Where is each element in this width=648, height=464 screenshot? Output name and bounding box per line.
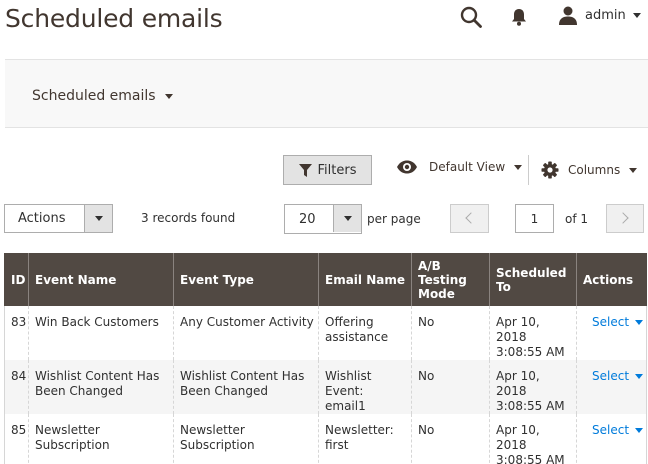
toolbar-divider (528, 155, 529, 185)
row-select-label: Select (592, 315, 630, 329)
cell-scheduled-to: Apr 10, 2018 3:08:55 AM (489, 414, 577, 464)
table-row: 83 Win Back Customers Any Customer Activ… (4, 306, 647, 360)
scheduled-time: 3:08:55 AM (496, 399, 565, 413)
row-select-action[interactable]: Select (583, 423, 644, 438)
chevron-down-icon (164, 93, 173, 99)
filters-label: Filters (317, 162, 357, 178)
row-select-action[interactable]: Select (583, 369, 644, 384)
scheduled-emails-grid: ID Event Name Event Type Email Name A/B … (4, 253, 647, 464)
per-page-label: per page (367, 212, 421, 226)
page-actions-bar: Scheduled emails (5, 59, 648, 128)
cell-id: 84 (4, 360, 29, 414)
cell-event-type: Any Customer Activity (173, 306, 319, 360)
column-header-scheduled-to[interactable]: Scheduled To (489, 253, 577, 306)
per-page-toggle[interactable] (333, 205, 361, 232)
scheduled-time: 3:08:55 AM (496, 345, 565, 359)
column-header-id[interactable]: ID (4, 253, 29, 306)
eye-icon (397, 160, 417, 174)
column-header-event-type[interactable]: Event Type (173, 253, 319, 306)
per-page-select[interactable]: 20 (284, 204, 362, 234)
columns-label: Columns (568, 163, 621, 177)
chevron-left-icon (465, 212, 477, 224)
mass-actions-toggle[interactable] (84, 205, 112, 232)
chevron-down-icon (95, 216, 103, 221)
cell-ab-mode: No (411, 306, 490, 360)
view-dropdown[interactable]: Default View (396, 160, 523, 174)
scheduled-date: Apr 10, 2018 (496, 369, 540, 398)
gear-icon (541, 161, 559, 179)
chevron-down-icon (632, 12, 641, 18)
scheduled-date: Apr 10, 2018 (496, 423, 540, 452)
cell-ab-mode: No (411, 360, 490, 414)
row-select-label: Select (592, 423, 630, 437)
chevron-down-icon (635, 320, 644, 325)
current-page-input[interactable] (515, 204, 554, 233)
column-header-ab-testing-mode[interactable]: A/B Testing Mode (411, 253, 490, 306)
cell-event-name: Win Back Customers (28, 306, 174, 360)
filter-icon (298, 163, 312, 177)
cell-actions: Select (576, 414, 647, 464)
user-icon (559, 6, 577, 25)
cell-event-type: Newsletter Subscription (173, 414, 319, 464)
chevron-right-icon (617, 212, 629, 224)
table-row: 84 Wishlist Content Has Been Changed Wis… (4, 360, 647, 414)
cell-email-name: Newsletter: first (318, 414, 412, 464)
row-select-action[interactable]: Select (583, 315, 644, 330)
per-page-value: 20 (299, 212, 316, 227)
next-page-button[interactable] (606, 204, 644, 233)
page-title: Scheduled emails (5, 4, 223, 33)
chevron-down-icon (629, 167, 638, 173)
cell-event-name: Newsletter Subscription (28, 414, 174, 464)
filters-button[interactable]: Filters (283, 155, 372, 185)
grid-header-row: ID Event Name Event Type Email Name A/B … (4, 253, 647, 306)
page-total: of 1 (565, 212, 589, 226)
user-name: admin (585, 7, 626, 23)
row-select-label: Select (592, 369, 630, 383)
chevron-down-icon (514, 164, 523, 170)
scheduled-date: Apr 10, 2018 (496, 315, 540, 344)
column-header-event-name[interactable]: Event Name (28, 253, 174, 306)
search-icon[interactable] (460, 6, 482, 28)
cell-actions: Select (576, 306, 647, 360)
records-found: 3 records found (141, 211, 236, 225)
cell-event-type: Wishlist Content Has Been Changed (173, 360, 319, 414)
cell-id: 83 (4, 306, 29, 360)
chevron-down-icon (344, 216, 352, 221)
table-row: 85 Newsletter Subscription Newsletter Su… (4, 414, 647, 464)
store-switcher-label: Scheduled emails (32, 88, 156, 104)
previous-page-button[interactable] (450, 204, 489, 233)
chevron-down-icon (635, 428, 644, 433)
cell-email-name: Offering assistance (318, 306, 412, 360)
cell-email-name: Wishlist Event: email1 (318, 360, 412, 414)
column-header-email-name[interactable]: Email Name (318, 253, 412, 306)
user-menu[interactable]: admin (558, 5, 641, 25)
cell-scheduled-to: Apr 10, 2018 3:08:55 AM (489, 306, 577, 360)
cell-actions: Select (576, 360, 647, 414)
mass-actions-label: Actions (18, 211, 66, 226)
mass-actions-select[interactable]: Actions (4, 204, 113, 233)
view-label: Default View (429, 160, 506, 174)
chevron-down-icon (635, 374, 644, 379)
bell-icon[interactable] (510, 7, 528, 27)
cell-ab-mode: No (411, 414, 490, 464)
cell-id: 85 (4, 414, 29, 464)
store-switcher[interactable]: Scheduled emails (32, 88, 173, 104)
cell-event-name: Wishlist Content Has Been Changed (28, 360, 174, 414)
column-header-actions: Actions (576, 253, 647, 306)
columns-dropdown[interactable]: Columns (541, 161, 638, 179)
scheduled-time: 3:08:55 AM (496, 453, 565, 464)
cell-scheduled-to: Apr 10, 2018 3:08:55 AM (489, 360, 577, 414)
